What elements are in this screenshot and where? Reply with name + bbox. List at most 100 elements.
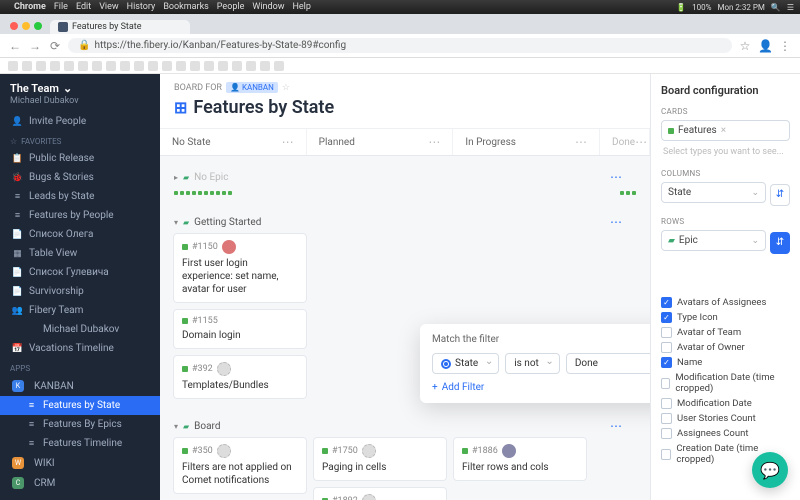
more-icon[interactable]: ⋯ xyxy=(610,419,622,433)
window-controls[interactable] xyxy=(4,22,48,34)
field-toggle[interactable]: ✓Name xyxy=(661,355,790,370)
filter-field-select[interactable]: State xyxy=(432,353,499,374)
sidebar-item[interactable]: Michael Dubakov xyxy=(0,320,160,339)
sidebar-item[interactable]: 📄Список Гулевича xyxy=(0,263,160,282)
field-toggle[interactable]: Modification Date (time cropped) xyxy=(661,370,790,396)
sidebar-item[interactable]: ▦Table View xyxy=(0,244,160,263)
more-icon[interactable]: ⋯ xyxy=(282,135,294,149)
card-title: Templates/Bundles xyxy=(182,379,298,392)
card-title: First user login experience: set name, a… xyxy=(182,257,298,296)
collapse-icon[interactable]: ▾ xyxy=(174,218,178,227)
page-title: ⊞ Features by State xyxy=(174,97,636,118)
maximize-window-icon[interactable] xyxy=(34,22,42,30)
more-icon[interactable]: ⋯ xyxy=(428,135,440,149)
close-window-icon[interactable] xyxy=(10,22,18,30)
swimlane-header[interactable]: ▾ ▰ Getting Started ⋯ xyxy=(160,211,650,233)
checkbox-icon xyxy=(661,398,672,409)
back-icon[interactable]: ← xyxy=(8,39,22,53)
sidebar-item[interactable]: ≡Leads by State xyxy=(0,187,160,206)
kanban-card[interactable]: #350Filters are not applied on Comet not… xyxy=(173,437,307,494)
column-header[interactable]: No State⋯ xyxy=(160,129,307,155)
chevron-down-icon: ⌄ xyxy=(751,236,759,246)
epic-icon: ▰ xyxy=(183,173,189,182)
filter-op-select[interactable]: is not xyxy=(505,353,560,374)
sidebar-item[interactable]: 📅Vacations Timeline xyxy=(0,339,160,358)
more-icon[interactable]: ⋯ xyxy=(610,215,622,229)
item-icon: 📄 xyxy=(12,229,23,240)
chrome-menu-icon[interactable]: ⋮ xyxy=(778,39,792,53)
browser-tab[interactable]: Features by State xyxy=(50,20,190,34)
sidebar-item[interactable]: 🐞Bugs & Stories xyxy=(0,168,160,187)
field-toggle[interactable]: Avatar of Team xyxy=(661,325,790,340)
state-icon xyxy=(441,359,451,369)
sidebar-item[interactable]: 📄Survivorship xyxy=(0,282,160,301)
kanban-app[interactable]: K KANBAN xyxy=(0,376,160,396)
type-icon xyxy=(182,366,188,372)
rows-select[interactable]: ▰ Epic⌄ xyxy=(661,230,766,251)
column-header[interactable]: Done⋯ xyxy=(600,129,650,155)
rows-filter-button[interactable]: ⇵ xyxy=(770,232,790,254)
spotlight-icon[interactable]: 🔍 xyxy=(771,3,781,12)
sidebar-item[interactable]: ≡Features by People xyxy=(0,206,160,225)
avatar-icon[interactable]: 👤 xyxy=(758,39,772,53)
clear-icon[interactable]: × xyxy=(721,125,726,136)
type-icon xyxy=(182,244,188,250)
team-switcher[interactable]: The Team⌄ xyxy=(10,82,150,95)
lane-progress xyxy=(160,188,650,201)
address-bar[interactable]: 🔒 https://the.fibery.io/Kanban/Features-… xyxy=(68,38,732,53)
swimlane-header[interactable]: ▸ ▰ No Epic ⋯ xyxy=(160,166,650,188)
column-header[interactable]: In Progress⋯ xyxy=(453,129,600,155)
mac-app-name[interactable]: Chrome xyxy=(14,2,46,12)
star-icon[interactable]: ☆ xyxy=(738,39,752,53)
kanban-card[interactable]: #1892Custom units in lanes (several) xyxy=(313,487,447,500)
sidebar-item[interactable]: 👥Fibery Team xyxy=(0,301,160,320)
columns-filter-button[interactable]: ⇵ xyxy=(770,184,790,206)
field-toggle[interactable]: Assignees Count xyxy=(661,426,790,441)
add-filter-button[interactable]: + Add Filter xyxy=(432,382,650,393)
field-toggle[interactable]: User Stories Count xyxy=(661,411,790,426)
sidebar-item[interactable]: ≡Features By Epics xyxy=(0,415,160,434)
swimlane-header[interactable]: ▾ ▰ Board ⋯ xyxy=(160,415,650,437)
field-toggle[interactable]: Modification Date xyxy=(661,396,790,411)
kanban-card[interactable]: #1150First user login experience: set na… xyxy=(173,233,307,303)
columns-select[interactable]: State⌄ xyxy=(661,182,766,203)
chevron-down-icon: ⌄ xyxy=(751,188,759,198)
collapse-icon[interactable]: ▸ xyxy=(174,173,178,182)
field-toggle[interactable]: ✓Type Icon xyxy=(661,310,790,325)
sidebar-item[interactable]: 📄Список Олега xyxy=(0,225,160,244)
collapse-icon[interactable]: ▾ xyxy=(174,422,178,431)
sidebar-item[interactable]: 📋Public Release xyxy=(0,149,160,168)
field-toggle[interactable]: Avatar of Owner xyxy=(661,340,790,355)
chrome-tab-strip: Features by State xyxy=(0,14,800,34)
checkbox-icon: ✓ xyxy=(661,297,672,308)
menu-icon[interactable]: ☰ xyxy=(787,3,794,12)
sidebar-item[interactable]: ≡Features Timeline xyxy=(0,434,160,453)
wiki-icon: W xyxy=(12,457,24,469)
reload-icon[interactable]: ⟳ xyxy=(48,39,62,53)
crm-app[interactable]: C CRM xyxy=(0,473,160,493)
star-icon[interactable]: ☆ xyxy=(282,83,290,93)
more-icon[interactable]: ⋯ xyxy=(575,135,587,149)
avatar xyxy=(222,240,236,254)
more-icon[interactable]: ⋯ xyxy=(635,135,647,149)
sidebar-item[interactable]: ≡Features by State xyxy=(0,396,160,415)
type-icon xyxy=(322,448,328,454)
minimize-window-icon[interactable] xyxy=(22,22,30,30)
column-header[interactable]: Planned⋯ xyxy=(307,129,454,155)
epic-icon: ▰ xyxy=(668,236,675,246)
wiki-app[interactable]: W WIKI xyxy=(0,453,160,473)
kanban-card[interactable]: #1750Paging in cells xyxy=(313,437,447,481)
more-icon[interactable]: ⋯ xyxy=(610,170,622,184)
kanban-card[interactable]: #392Templates/Bundles xyxy=(173,355,307,399)
filter-value-select[interactable]: Done xyxy=(566,353,650,374)
breadcrumb-app[interactable]: 👤KANBAN xyxy=(226,82,278,93)
field-toggle[interactable]: ✓Avatars of Assignees xyxy=(661,295,790,310)
forward-icon[interactable]: → xyxy=(28,39,42,53)
kanban-card[interactable]: #1155Domain login xyxy=(173,309,307,349)
invite-people-link[interactable]: 👤 Invite People xyxy=(0,112,160,131)
cards-type-select[interactable]: Features × xyxy=(661,120,790,141)
checkbox-icon xyxy=(661,378,670,389)
intercom-launcher[interactable]: 💬 xyxy=(752,452,788,488)
kanban-card[interactable]: #1886Filter rows and cols xyxy=(453,437,587,481)
card-id: #1155 xyxy=(192,316,218,326)
